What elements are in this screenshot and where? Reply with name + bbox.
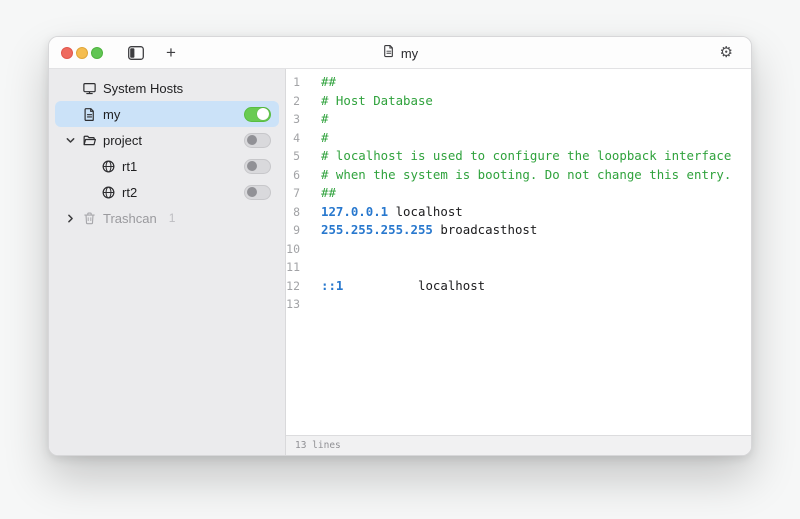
line-content: 255.255.255.255 broadcasthost [321,221,537,240]
close-button[interactable] [61,47,73,59]
sidebar-item-project[interactable]: project [55,127,279,153]
hosts-editor[interactable]: 1##2# Host Database3#4#5# localhost is u… [286,69,751,455]
traffic-lights [61,47,104,59]
sidebar-item-rt1[interactable]: rt1 [55,153,279,179]
editor-line[interactable]: 10 [286,240,751,259]
title-text: my [401,46,418,61]
enable-toggle-my[interactable] [244,107,271,122]
sidebar-item-label: System Hosts [103,81,183,96]
line-number: 3 [286,110,300,129]
sidebar-item-label: rt1 [122,159,137,174]
zoom-button[interactable] [91,47,103,59]
add-hosts-button[interactable]: + [162,42,180,64]
folder-icon [81,132,97,148]
status-bar: 13 lines [286,435,751,455]
globe-icon [100,158,116,174]
code-segment-comment: ## [321,74,336,89]
globe-icon [100,184,116,200]
code-segment-comment: # localhost is used to configure the loo… [321,148,731,163]
minimize-button[interactable] [76,47,88,59]
sidebar-item-label: Trashcan [103,211,157,226]
editor-line[interactable]: 3# [286,110,751,129]
document-icon [382,44,396,63]
sidebar-item-label: rt2 [122,185,137,200]
code-segment-plain: broadcasthost [433,222,537,237]
sidebar-item-trashcan[interactable]: Trashcan 1 [55,205,279,231]
code-segment-ip: ::1 [321,278,343,293]
code-segment-comment: # [321,111,328,126]
line-content: ::1 localhost [321,277,485,296]
titlebar: + my ⚙ [49,37,751,69]
line-content: # localhost is used to configure the loo… [321,147,731,166]
editor-line[interactable]: 7 ## [286,184,751,203]
code-segment-ip: 255.255.255.255 [321,222,433,237]
sidebar-item-my[interactable]: my [55,101,279,127]
editor-line[interactable]: 1 ## [286,73,751,92]
line-number: 6 [286,166,300,185]
trash-icon [81,210,97,226]
line-content: # [321,110,328,129]
line-number: 5 [286,147,300,166]
code-segment-comment: # [321,130,328,145]
chevron-down-icon[interactable] [63,133,81,148]
sidebar-item-label: my [103,107,120,122]
sidebar-item-rt2[interactable]: rt2 [55,179,279,205]
editor-lines: 1##2# Host Database3#4#5# localhost is u… [286,69,751,314]
toggle-knob [247,187,257,197]
code-segment-comment: # Host Database [321,93,433,108]
line-number: 13 [286,295,300,314]
code-segment-ip: 127.0.0.1 [321,204,388,219]
line-number: 1 [286,73,300,92]
editor-line[interactable]: 12::1 localhost [286,277,751,296]
code-segment-comment: # when the system is booting. Do not cha… [321,167,731,182]
enable-toggle-rt2[interactable] [244,185,271,200]
app-window: + my ⚙ System Hosts my project rt1 rt2 Trashc… [48,36,752,456]
enable-toggle-project[interactable] [244,133,271,148]
sidebar: System Hosts my project rt1 rt2 Trashcan 1 [49,69,286,455]
toggle-knob [247,135,257,145]
line-content: # when the system is booting. Do not cha… [321,166,731,185]
toggle-knob [257,108,269,120]
line-content: ## [321,184,336,203]
editor-line[interactable]: 8 127.0.0.1 localhost [286,203,751,222]
window-title: my [382,37,418,69]
sidebar-item-system-hosts[interactable]: System Hosts [55,75,279,101]
line-content: ## [321,73,336,92]
line-count-label: 13 lines [295,440,341,451]
line-content: # Host Database [321,92,433,111]
toggle-knob [247,161,257,171]
gear-icon: ⚙ [720,45,733,60]
editor-line[interactable]: 5 # localhost is used to configure the lo… [286,147,751,166]
chevron-right-icon[interactable] [63,211,81,226]
line-number: 10 [286,240,300,259]
line-content: 127.0.0.1 localhost [321,203,463,222]
line-content: # [321,129,328,148]
sidebar-item-label: project [103,133,142,148]
enable-toggle-rt1[interactable] [244,159,271,174]
line-number: 4 [286,129,300,148]
line-number: 2 [286,92,300,111]
editor-line[interactable]: 4# [286,129,751,148]
editor-line[interactable]: 13 [286,295,751,314]
line-number: 12 [286,277,300,296]
editor-line[interactable]: 9 255.255.255.255 broadcasthost [286,221,751,240]
window-body: System Hostsmyprojectrt1rt2Trashcan1 1##… [49,69,751,455]
line-number: 11 [286,258,300,277]
document-icon [81,106,97,122]
editor-line[interactable]: 2 # Host Database [286,92,751,111]
code-segment-comment: ## [321,185,336,200]
code-segment-plain: localhost [343,278,485,293]
settings-button[interactable]: ⚙ [716,41,737,63]
code-segment-plain: localhost [388,204,463,219]
trashcan-count-badge: 1 [169,211,176,225]
monitor-icon [81,80,97,96]
toggle-sidebar-button[interactable] [124,42,148,64]
line-number: 7 [286,184,300,203]
editor-line[interactable]: 11 [286,258,751,277]
line-number: 9 [286,221,300,240]
sidebar-toggle-icon [128,46,144,60]
line-number: 8 [286,203,300,222]
editor-line[interactable]: 6 # when the system is booting. Do not ch… [286,166,751,185]
